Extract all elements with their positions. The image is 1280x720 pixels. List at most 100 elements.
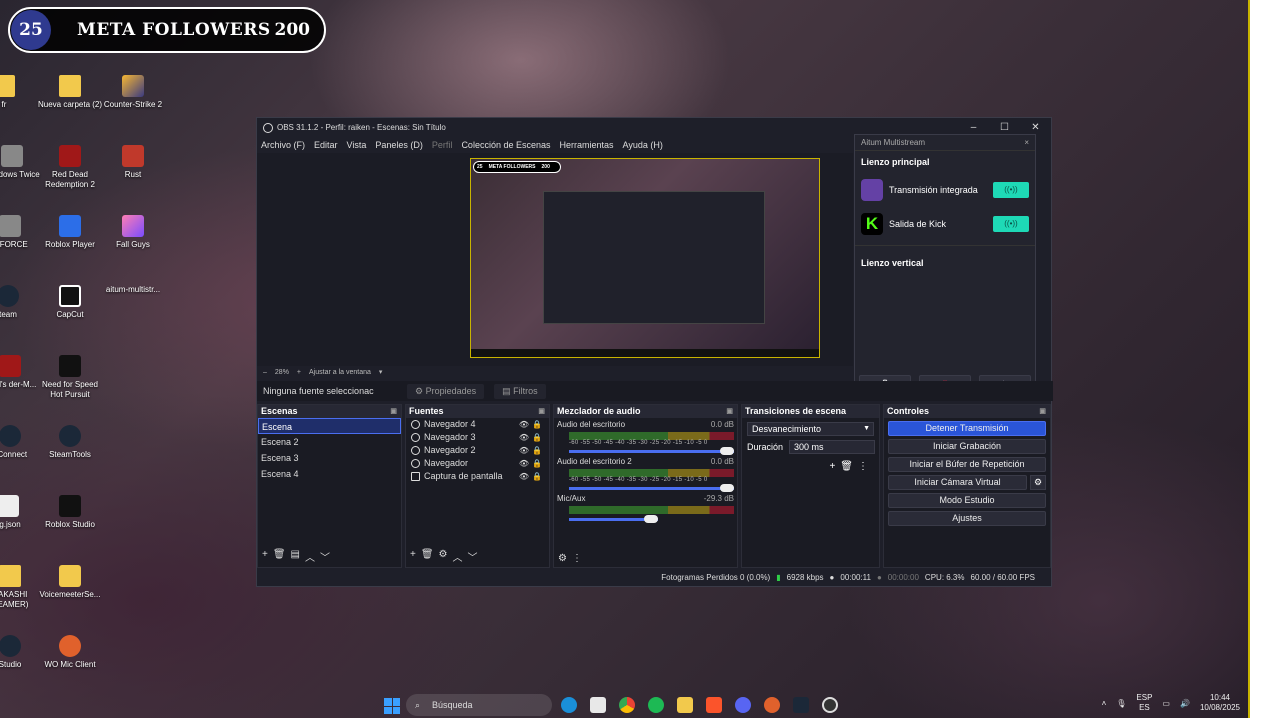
duration-input[interactable]: 300 ms: [789, 440, 876, 454]
output-toggle-button[interactable]: ((•)): [993, 216, 1029, 232]
settings-button[interactable]: Ajustes: [888, 511, 1046, 526]
desktop-icon-wo-mic[interactable]: WO Mic Client: [36, 635, 104, 670]
move-down-button[interactable]: ﹀: [320, 549, 330, 564]
volume-slider[interactable]: [569, 484, 734, 492]
trash-icon[interactable]: 🗑: [421, 549, 434, 564]
desktop-icon-steamtools[interactable]: SteamTools: [36, 425, 104, 460]
fit-window-select[interactable]: Ajustar a la ventana: [309, 369, 371, 376]
slider-knob[interactable]: [643, 515, 658, 523]
menu-herramientas[interactable]: Herramientas: [560, 140, 614, 150]
file-explorer-icon[interactable]: [677, 697, 693, 713]
volume-icon[interactable]: 🔊: [1180, 699, 1190, 708]
scene-item[interactable]: Escena 2: [258, 434, 401, 450]
microphone-icon[interactable]: [764, 697, 780, 713]
source-item[interactable]: Captura de pantalla 👁🔒: [406, 470, 549, 483]
more-options-icon[interactable]: ⋮: [572, 553, 582, 564]
filters-button[interactable]: ▤ Filtros: [494, 383, 546, 399]
menu-ayuda[interactable]: Ayuda (H): [623, 140, 663, 150]
store-icon[interactable]: [590, 697, 606, 713]
visibility-lock-icons[interactable]: 👁🔒: [519, 444, 549, 457]
volume-slider[interactable]: [569, 515, 658, 523]
edge-icon[interactable]: [561, 697, 577, 713]
desktop-icon-roblox-studio[interactable]: Roblox Studio: [36, 495, 104, 530]
desktop-icon-capcut[interactable]: CapCut: [36, 285, 104, 320]
discord-icon[interactable]: [735, 697, 751, 713]
undock-icon[interactable]: ▣: [726, 405, 737, 418]
close-button[interactable]: ✕: [1020, 122, 1051, 133]
desktop-icon-counter-strike[interactable]: Counter-Strike 2: [99, 75, 167, 110]
undock-icon[interactable]: ▣: [538, 405, 549, 418]
desktop-icon-nfs[interactable]: Need for Speed Hot Pursuit: [36, 355, 104, 400]
slider-knob[interactable]: [720, 447, 734, 455]
visibility-lock-icons[interactable]: 👁🔒: [519, 457, 549, 470]
preview-canvas[interactable]: 25 META FOLLOWERS 200: [470, 158, 820, 358]
gear-icon[interactable]: ⚙: [1030, 475, 1046, 490]
network-icon[interactable]: ▭: [1162, 699, 1170, 708]
taskbar-search[interactable]: ⌕ Búsqueda: [406, 694, 552, 716]
menu-vista[interactable]: Vista: [347, 140, 367, 150]
menu-perfil[interactable]: Perfil: [432, 140, 453, 150]
undock-icon[interactable]: ▣: [1039, 405, 1050, 418]
add-scene-button[interactable]: +: [262, 549, 268, 564]
desktop-icon-fall-guys[interactable]: Fall Guys: [99, 215, 167, 250]
desktop-icon-aitum[interactable]: aitum-multistr...: [99, 285, 718, 323]
windows-start-icon[interactable]: [384, 698, 400, 714]
desktop-icon-rust[interactable]: Rust: [99, 145, 167, 180]
scene-item[interactable]: Escena: [258, 418, 401, 434]
menu-editar[interactable]: Editar: [314, 140, 338, 150]
language-indicator[interactable]: ESP ES: [1136, 693, 1152, 713]
scene-item[interactable]: Escena 4: [258, 466, 401, 482]
desktop-icon-roblox-player[interactable]: Roblox Player: [36, 215, 104, 250]
start-recording-button[interactable]: Iniciar Grabación: [888, 439, 1046, 454]
move-up-button[interactable]: ︿: [453, 549, 463, 564]
desktop-icon-rdr2[interactable]: Red Dead Redemption 2: [36, 145, 104, 190]
virtual-camera-button[interactable]: Iniciar Cámara Virtual: [888, 475, 1027, 490]
scene-item[interactable]: Escena 3: [258, 450, 401, 466]
replay-buffer-button[interactable]: Iniciar el Búfer de Repetición: [888, 457, 1046, 472]
move-up-button[interactable]: ︿: [305, 549, 315, 564]
move-down-button[interactable]: ﹀: [468, 549, 478, 564]
zoom-out-button[interactable]: –: [263, 369, 267, 376]
more-options-icon[interactable]: ⋮: [858, 461, 873, 472]
brave-icon[interactable]: [706, 697, 722, 713]
source-item[interactable]: Navegador 2 👁🔒: [406, 444, 549, 457]
transition-select[interactable]: Desvanecimiento ▼: [747, 422, 874, 436]
add-transition-button[interactable]: +: [829, 461, 840, 472]
output-toggle-button[interactable]: ((•)): [993, 182, 1029, 198]
volume-slider[interactable]: [569, 447, 734, 455]
chrome-icon[interactable]: [619, 697, 635, 713]
obs-icon[interactable]: [822, 697, 838, 713]
source-item[interactable]: Navegador 4 👁🔒: [406, 418, 549, 431]
advanced-audio-icon[interactable]: ⚙: [558, 553, 567, 564]
slider-knob[interactable]: [720, 484, 734, 492]
menu-paneles[interactable]: Paneles (D): [375, 140, 423, 150]
studio-mode-button[interactable]: Modo Estudio: [888, 493, 1046, 508]
source-item[interactable]: Navegador 3 👁🔒: [406, 431, 549, 444]
spotify-icon[interactable]: [648, 697, 664, 713]
aitum-close-button[interactable]: ×: [1024, 138, 1029, 147]
steam-icon[interactable]: [793, 697, 809, 713]
stop-stream-button[interactable]: Detener Transmisión: [888, 421, 1046, 436]
clock[interactable]: 10:44 10/08/2025: [1200, 693, 1240, 713]
desktop-icon-voicemeeter[interactable]: VoicemeeterSe...: [36, 565, 104, 600]
add-source-button[interactable]: +: [410, 549, 416, 564]
chevron-up-icon[interactable]: ˄: [1102, 699, 1107, 708]
menu-archivo[interactable]: Archivo (F): [261, 140, 305, 150]
visibility-lock-icons[interactable]: 👁🔒: [519, 470, 549, 483]
visibility-lock-icons[interactable]: 👁🔒: [519, 418, 549, 431]
maximize-button[interactable]: ☐: [989, 122, 1020, 133]
source-item[interactable]: Navegador 👁🔒: [406, 457, 549, 470]
microphone-tray-icon[interactable]: 🎙: [1116, 699, 1126, 708]
trash-icon[interactable]: 🗑: [840, 461, 858, 472]
undock-icon[interactable]: ▣: [390, 405, 401, 418]
desktop-icon-fr[interactable]: fr: [0, 75, 38, 110]
trash-icon[interactable]: 🗑: [273, 549, 286, 564]
filter-icon[interactable]: ▤: [291, 549, 300, 564]
minimize-button[interactable]: –: [958, 122, 989, 133]
properties-button[interactable]: ⚙ Propiedades: [407, 383, 485, 399]
visibility-lock-icons[interactable]: 👁🔒: [519, 431, 549, 444]
desktop-icon-nueva-carpeta[interactable]: Nueva carpeta (2): [36, 75, 104, 110]
chevron-down-icon[interactable]: ▾: [379, 368, 383, 376]
gear-icon[interactable]: ⚙: [439, 549, 448, 564]
menu-coleccion[interactable]: Colección de Escenas: [461, 140, 550, 150]
